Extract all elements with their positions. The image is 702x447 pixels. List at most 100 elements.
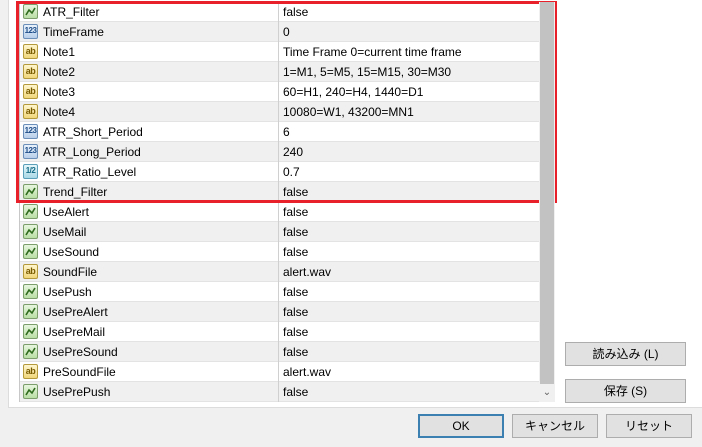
parameter-row[interactable]: ab Note2 1=M1, 5=M5, 15=M15, 30=M30 bbox=[20, 62, 539, 82]
bool-type-icon bbox=[23, 224, 38, 239]
int-type-icon: 123 bbox=[23, 24, 38, 39]
parameter-name: UsePreAlert bbox=[43, 305, 108, 319]
parameter-name: UseMail bbox=[43, 225, 87, 239]
parameter-value[interactable]: Time Frame 0=current time frame bbox=[283, 45, 462, 59]
parameter-name-cell: ab Note3 bbox=[20, 82, 279, 102]
string-type-icon: ab bbox=[23, 84, 38, 99]
parameter-value[interactable]: false bbox=[283, 285, 308, 299]
int-type-icon: 123 bbox=[23, 144, 38, 159]
bool-type-icon bbox=[23, 284, 38, 299]
parameter-value[interactable]: alert.wav bbox=[283, 265, 331, 279]
parameter-value[interactable]: 6 bbox=[283, 125, 290, 139]
parameter-name: ATR_Ratio_Level bbox=[43, 165, 137, 179]
parameters-grid: ATR_Filter false 123 TimeFrame 0 ab Note1 Time … bbox=[19, 2, 539, 402]
type-icon-label: ab bbox=[25, 66, 36, 76]
parameter-value[interactable]: false bbox=[283, 325, 308, 339]
parameter-value[interactable]: alert.wav bbox=[283, 365, 331, 379]
type-icon-label: 123 bbox=[24, 26, 37, 35]
parameter-name-cell: ab Note1 bbox=[20, 42, 279, 62]
parameter-name-cell: Trend_Filter bbox=[20, 182, 279, 202]
int-type-icon: 123 bbox=[23, 124, 38, 139]
type-icon-label: 123 bbox=[24, 126, 37, 135]
parameter-name: UsePrePush bbox=[43, 385, 111, 399]
parameter-row[interactable]: UsePreMail false bbox=[20, 322, 539, 342]
dialog-button-bar: OK キャンセル リセット bbox=[0, 408, 702, 447]
parameter-row[interactable]: ab Note3 60=H1, 240=H4, 1440=D1 bbox=[20, 82, 539, 102]
parameter-row[interactable]: UseAlert false bbox=[20, 202, 539, 222]
parameter-value[interactable]: false bbox=[283, 185, 308, 199]
parameter-name-cell: UseAlert bbox=[20, 202, 279, 222]
parameter-row[interactable]: UsePush false bbox=[20, 282, 539, 302]
parameter-value[interactable]: false bbox=[283, 245, 308, 259]
parameter-name: UseSound bbox=[43, 245, 100, 259]
string-type-icon: ab bbox=[23, 364, 38, 379]
parameter-value[interactable]: false bbox=[283, 385, 308, 399]
bool-type-icon bbox=[23, 244, 38, 259]
parameter-name-cell: UsePush bbox=[20, 282, 279, 302]
parameter-name-cell: ATR_Filter bbox=[20, 2, 279, 22]
cancel-button[interactable]: キャンセル bbox=[512, 414, 598, 438]
parameter-name-cell: UsePreMail bbox=[20, 322, 279, 342]
load-button[interactable]: 読み込み (L) bbox=[565, 342, 686, 366]
scroll-down-arrow-icon[interactable]: ⌄ bbox=[540, 386, 554, 400]
parameter-row[interactable]: UseSound false bbox=[20, 242, 539, 262]
parameter-value[interactable]: 60=H1, 240=H4, 1440=D1 bbox=[283, 85, 423, 99]
parameter-value[interactable]: false bbox=[283, 205, 308, 219]
parameter-name: ATR_Filter bbox=[43, 5, 100, 19]
parameter-name-cell: 123 TimeFrame bbox=[20, 22, 279, 42]
string-type-icon: ab bbox=[23, 104, 38, 119]
parameter-row[interactable]: ab Note4 10080=W1, 43200=MN1 bbox=[20, 102, 539, 122]
parameter-name: SoundFile bbox=[43, 265, 98, 279]
string-type-icon: ab bbox=[23, 64, 38, 79]
parameter-row[interactable]: ATR_Filter false bbox=[20, 2, 539, 22]
parameter-value[interactable]: false bbox=[283, 5, 308, 19]
type-icon-label: ab bbox=[25, 86, 36, 96]
parameter-name-cell: UsePreSound bbox=[20, 342, 279, 362]
parameter-row[interactable]: 123 TimeFrame 0 bbox=[20, 22, 539, 42]
bool-type-icon bbox=[23, 204, 38, 219]
parameter-name: UsePush bbox=[43, 285, 92, 299]
save-button[interactable]: 保存 (S) bbox=[565, 379, 686, 403]
parameter-row[interactable]: 1/2 ATR_Ratio_Level 0.7 bbox=[20, 162, 539, 182]
type-icon-label: ab bbox=[25, 106, 36, 116]
parameter-name: Note3 bbox=[43, 85, 76, 99]
parameter-name-cell: ab SoundFile bbox=[20, 262, 279, 282]
parameter-value[interactable]: 0 bbox=[283, 25, 290, 39]
parameter-value[interactable]: 10080=W1, 43200=MN1 bbox=[283, 105, 414, 119]
type-icon-label: 123 bbox=[24, 146, 37, 155]
parameter-name-cell: UseMail bbox=[20, 222, 279, 242]
parameter-name: TimeFrame bbox=[43, 25, 104, 39]
parameter-name: ATR_Long_Period bbox=[43, 145, 141, 159]
parameter-value[interactable]: 0.7 bbox=[283, 165, 300, 179]
type-icon-label: 1/2 bbox=[25, 166, 36, 175]
parameter-row[interactable]: 123 ATR_Short_Period 6 bbox=[20, 122, 539, 142]
parameter-row[interactable]: ab Note1 Time Frame 0=current time frame bbox=[20, 42, 539, 62]
bool-type-icon bbox=[23, 384, 38, 399]
parameter-value[interactable]: false bbox=[283, 305, 308, 319]
parameter-value[interactable]: 1=M1, 5=M5, 15=M15, 30=M30 bbox=[283, 65, 451, 79]
ok-button[interactable]: OK bbox=[418, 414, 504, 438]
parameter-name: UsePreMail bbox=[43, 325, 106, 339]
parameter-row[interactable]: UsePrePush false bbox=[20, 382, 539, 402]
vertical-scrollbar[interactable]: ⌄ bbox=[539, 2, 555, 402]
parameter-row[interactable]: ab SoundFile alert.wav bbox=[20, 262, 539, 282]
parameter-name: Trend_Filter bbox=[43, 185, 108, 199]
type-icon-label: ab bbox=[25, 266, 36, 276]
parameter-name-cell: 1/2 ATR_Ratio_Level bbox=[20, 162, 279, 182]
parameter-row[interactable]: UsePreSound false bbox=[20, 342, 539, 362]
scrollbar-thumb[interactable] bbox=[540, 2, 554, 384]
parameter-value[interactable]: 240 bbox=[283, 145, 303, 159]
parameter-value[interactable]: false bbox=[283, 225, 308, 239]
parameter-row[interactable]: Trend_Filter false bbox=[20, 182, 539, 202]
parameter-row[interactable]: 123 ATR_Long_Period 240 bbox=[20, 142, 539, 162]
bool-type-icon bbox=[23, 324, 38, 339]
parameter-row[interactable]: UsePreAlert false bbox=[20, 302, 539, 322]
parameter-name: UseAlert bbox=[43, 205, 90, 219]
parameter-row[interactable]: ab PreSoundFile alert.wav bbox=[20, 362, 539, 382]
bool-type-icon bbox=[23, 344, 38, 359]
reset-button[interactable]: リセット bbox=[606, 414, 692, 438]
parameter-value[interactable]: false bbox=[283, 345, 308, 359]
parameter-name: Note2 bbox=[43, 65, 76, 79]
parameter-row[interactable]: UseMail false bbox=[20, 222, 539, 242]
parameter-name-cell: UsePreAlert bbox=[20, 302, 279, 322]
